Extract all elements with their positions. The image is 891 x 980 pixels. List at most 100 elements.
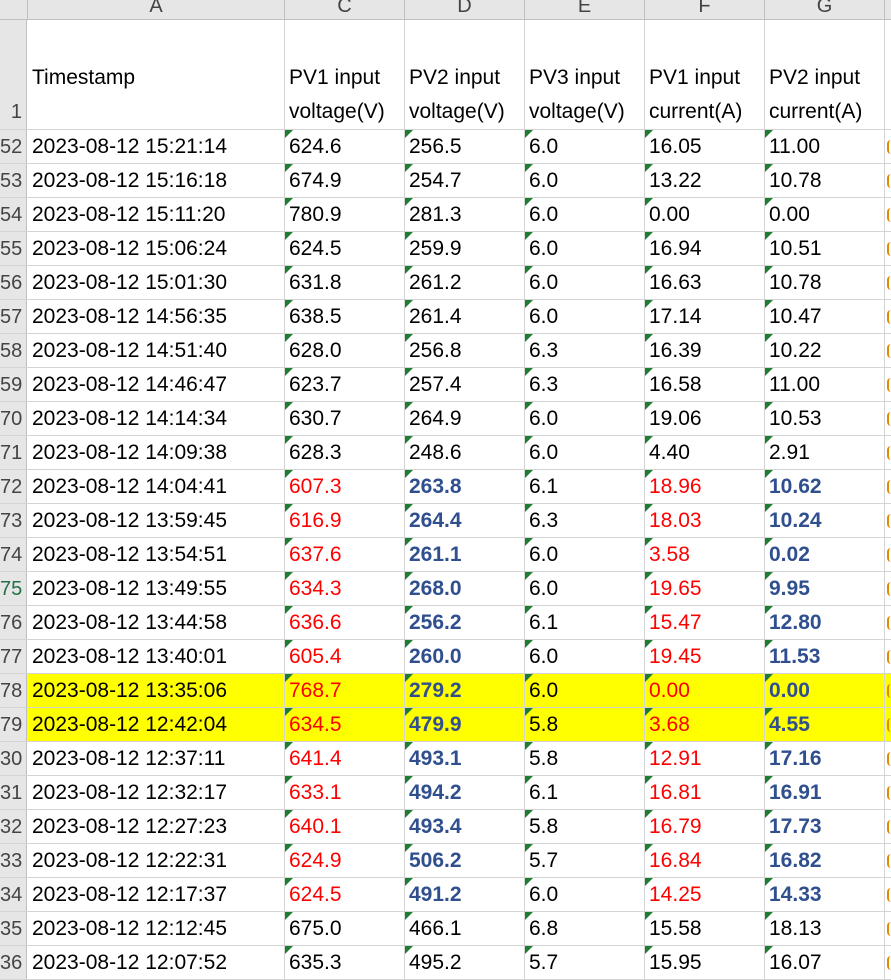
cell-partial-h[interactable]: [885, 130, 891, 163]
column-header-c[interactable]: C: [285, 0, 405, 19]
cell-pv1-voltage[interactable]: 637.6: [285, 538, 405, 571]
cell-partial-h[interactable]: [885, 470, 891, 503]
cell-pv3-voltage[interactable]: 6.0: [525, 130, 645, 163]
row-number[interactable]: 77: [0, 640, 27, 673]
row-number[interactable]: 34: [0, 878, 27, 911]
cell-pv1-current[interactable]: 3.68: [645, 708, 765, 741]
cell-pv1-current[interactable]: 19.65: [645, 572, 765, 605]
cell-pv1-voltage[interactable]: 641.4: [285, 742, 405, 775]
cell-pv2-voltage[interactable]: 261.4: [405, 300, 525, 333]
header-cell-timestamp[interactable]: Timestamp: [28, 20, 285, 129]
column-header-e[interactable]: E: [525, 0, 645, 19]
cell-timestamp[interactable]: 2023-08-12 14:51:40: [28, 334, 285, 367]
cell-pv2-voltage[interactable]: 281.3: [405, 198, 525, 231]
cell-pv1-voltage[interactable]: 624.5: [285, 878, 405, 911]
cell-pv1-voltage[interactable]: 631.8: [285, 266, 405, 299]
cell-pv1-current[interactable]: 16.63: [645, 266, 765, 299]
cell-pv1-current[interactable]: 17.14: [645, 300, 765, 333]
cell-pv3-voltage[interactable]: 6.0: [525, 266, 645, 299]
cell-pv3-voltage[interactable]: 6.8: [525, 912, 645, 945]
cell-pv1-voltage[interactable]: 623.7: [285, 368, 405, 401]
cell-timestamp[interactable]: 2023-08-12 12:12:45: [28, 912, 285, 945]
cell-pv2-voltage[interactable]: 257.4: [405, 368, 525, 401]
cell-timestamp[interactable]: 2023-08-12 13:54:51: [28, 538, 285, 571]
cell-pv1-current[interactable]: 3.58: [645, 538, 765, 571]
cell-pv1-current[interactable]: 12.91: [645, 742, 765, 775]
cell-pv1-current[interactable]: 16.58: [645, 368, 765, 401]
cell-pv2-voltage[interactable]: 256.8: [405, 334, 525, 367]
cell-partial-h[interactable]: [885, 742, 891, 775]
cell-pv3-voltage[interactable]: 6.0: [525, 198, 645, 231]
cell-timestamp[interactable]: 2023-08-12 13:49:55: [28, 572, 285, 605]
row-number[interactable]: 56: [0, 266, 27, 299]
cell-pv2-current[interactable]: 11.00: [765, 368, 885, 401]
cell-pv1-voltage[interactable]: 607.3: [285, 470, 405, 503]
cell-pv1-current[interactable]: 0.00: [645, 198, 765, 231]
cell-pv1-current[interactable]: 16.05: [645, 130, 765, 163]
cell-partial-h[interactable]: [885, 708, 891, 741]
cell-pv2-current[interactable]: 10.24: [765, 504, 885, 537]
column-header-g[interactable]: G: [765, 0, 885, 19]
cell-pv3-voltage[interactable]: 5.7: [525, 844, 645, 877]
cell-partial-h[interactable]: [885, 878, 891, 911]
cell-pv1-current[interactable]: 18.96: [645, 470, 765, 503]
cell-pv1-current[interactable]: 15.58: [645, 912, 765, 945]
row-number[interactable]: 59: [0, 368, 27, 401]
cell-pv1-current[interactable]: 16.79: [645, 810, 765, 843]
cell-pv1-voltage[interactable]: 634.3: [285, 572, 405, 605]
cell-partial-h[interactable]: [885, 776, 891, 809]
cell-timestamp[interactable]: 2023-08-12 12:07:52: [28, 946, 285, 979]
cell-timestamp[interactable]: 2023-08-12 14:09:38: [28, 436, 285, 469]
cell-partial-h[interactable]: [885, 810, 891, 843]
cell-partial-h[interactable]: [885, 640, 891, 673]
row-number[interactable]: 35: [0, 912, 27, 945]
row-number[interactable]: 76: [0, 606, 27, 639]
cell-pv2-current[interactable]: 11.00: [765, 130, 885, 163]
cell-pv2-current[interactable]: 10.53: [765, 402, 885, 435]
cell-pv2-voltage[interactable]: 491.2: [405, 878, 525, 911]
cell-pv1-voltage[interactable]: 633.1: [285, 776, 405, 809]
row-number[interactable]: 79: [0, 708, 27, 741]
cell-pv1-voltage[interactable]: 674.9: [285, 164, 405, 197]
cell-pv2-voltage[interactable]: 259.9: [405, 232, 525, 265]
cell-partial-h[interactable]: [885, 436, 891, 469]
cell-pv1-voltage[interactable]: 640.1: [285, 810, 405, 843]
row-number[interactable]: 58: [0, 334, 27, 367]
cell-timestamp[interactable]: 2023-08-12 12:22:31: [28, 844, 285, 877]
cell-pv2-current[interactable]: 14.33: [765, 878, 885, 911]
cell-partial-h[interactable]: [885, 946, 891, 979]
cell-pv3-voltage[interactable]: 5.8: [525, 742, 645, 775]
cell-pv1-voltage[interactable]: 628.3: [285, 436, 405, 469]
cell-partial-h[interactable]: [885, 674, 891, 707]
cell-pv1-current[interactable]: 15.47: [645, 606, 765, 639]
row-number[interactable]: 73: [0, 504, 27, 537]
cell-pv3-voltage[interactable]: 6.1: [525, 606, 645, 639]
row-number[interactable]: 54: [0, 198, 27, 231]
cell-pv1-current[interactable]: 13.22: [645, 164, 765, 197]
cell-partial-h[interactable]: [885, 334, 891, 367]
cell-pv3-voltage[interactable]: 6.1: [525, 776, 645, 809]
cell-partial-h[interactable]: [885, 402, 891, 435]
cell-pv2-voltage[interactable]: 248.6: [405, 436, 525, 469]
cell-pv2-current[interactable]: 10.62: [765, 470, 885, 503]
cell-pv1-current[interactable]: 19.45: [645, 640, 765, 673]
cell-timestamp[interactable]: 2023-08-12 14:46:47: [28, 368, 285, 401]
cell-pv2-voltage[interactable]: 264.4: [405, 504, 525, 537]
row-number[interactable]: 53: [0, 164, 27, 197]
cell-pv3-voltage[interactable]: 5.7: [525, 946, 645, 979]
cell-pv1-voltage[interactable]: 780.9: [285, 198, 405, 231]
cell-pv3-voltage[interactable]: 5.8: [525, 810, 645, 843]
row-number[interactable]: 57: [0, 300, 27, 333]
row-number[interactable]: 33: [0, 844, 27, 877]
cell-timestamp[interactable]: 2023-08-12 12:17:37: [28, 878, 285, 911]
cell-partial-h[interactable]: [885, 164, 891, 197]
cell-pv1-current[interactable]: 15.95: [645, 946, 765, 979]
cell-partial-h[interactable]: [885, 368, 891, 401]
cell-pv2-current[interactable]: 0.00: [765, 198, 885, 231]
row-number[interactable]: 52: [0, 130, 27, 163]
cell-timestamp[interactable]: 2023-08-12 14:04:41: [28, 470, 285, 503]
cell-pv3-voltage[interactable]: 6.0: [525, 300, 645, 333]
cell-pv3-voltage[interactable]: 6.0: [525, 640, 645, 673]
cell-timestamp[interactable]: 2023-08-12 12:37:11: [28, 742, 285, 775]
cell-pv2-current[interactable]: 0.02: [765, 538, 885, 571]
